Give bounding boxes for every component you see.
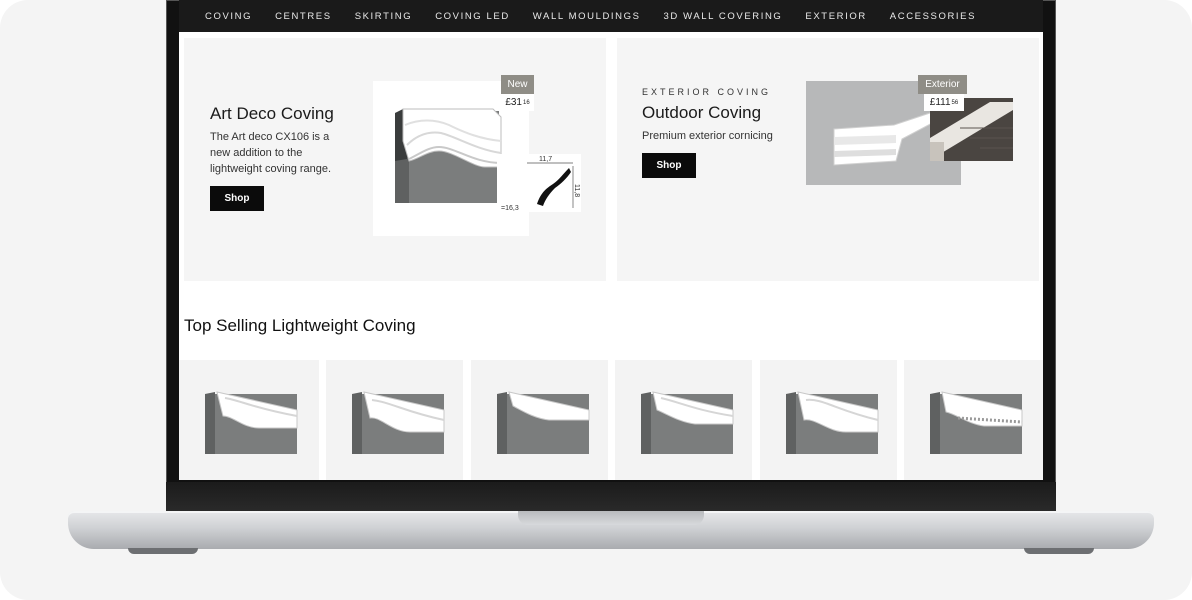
promo-art-deco: Art Deco Coving The Art deco CX106 is a …: [184, 38, 606, 281]
exterior-badge: Exterior: [918, 75, 967, 94]
coving-product-icon: [641, 391, 734, 454]
nav-item-wall-mouldings[interactable]: WALL MOULDINGS: [533, 11, 641, 22]
product-card[interactable]: [615, 360, 752, 480]
price-tag: £31 16: [501, 94, 534, 111]
device-mockup: COVING CENTRES SKIRTING COVING LED WALL …: [0, 0, 1192, 600]
shop-button[interactable]: Shop: [210, 186, 264, 211]
product-card[interactable]: [471, 360, 608, 480]
profile-section-icon: 11,7 11,8 =16,3: [501, 156, 580, 212]
nav-item-centres[interactable]: CENTRES: [275, 11, 332, 22]
coving-product-icon: [930, 391, 1023, 454]
product-card[interactable]: [179, 360, 319, 480]
nav-item-coving-led[interactable]: COVING LED: [435, 11, 510, 22]
promo-description: Premium exterior cornicing: [642, 130, 773, 142]
price-pounds: £111: [929, 97, 951, 108]
nav-item-accessories[interactable]: ACCESSORIES: [890, 11, 976, 22]
price-pence: 16: [523, 99, 530, 106]
nav-item-exterior[interactable]: EXTERIOR: [805, 11, 866, 22]
promo-title: Outdoor Coving: [642, 103, 762, 122]
price-pounds: £31: [505, 97, 522, 108]
nav-item-coving[interactable]: COVING: [205, 11, 252, 22]
laptop-foot-right: [1024, 548, 1094, 554]
main-navigation: COVING CENTRES SKIRTING COVING LED WALL …: [179, 0, 1043, 32]
dim-angle: =16,3: [501, 205, 519, 212]
dim-height: 11,8: [573, 184, 580, 197]
promo-eyebrow: EXTERIOR COVING: [642, 87, 772, 97]
price-tag: £111 56: [924, 94, 964, 111]
product-card[interactable]: [326, 360, 463, 480]
price-pence: 56: [951, 99, 959, 106]
profile-diagram: 11,7 11,8 =16,3: [497, 154, 581, 212]
section-title: Top Selling Lightweight Coving: [184, 316, 416, 335]
coving-product-icon: [497, 391, 590, 454]
laptop-chin: [166, 482, 1056, 512]
promo-description: The Art deco CX106 is a new addition to …: [210, 131, 332, 175]
laptop-notch: [518, 511, 704, 525]
product-card[interactable]: [760, 360, 897, 480]
promo-outdoor-coving: EXTERIOR COVING Outdoor Coving Premium e…: [617, 38, 1039, 281]
laptop-foot-left: [128, 548, 198, 554]
nav-item-3d-wall-covering[interactable]: 3D WALL COVERING: [664, 11, 783, 22]
dim-width: 11,7: [539, 156, 552, 163]
shop-button[interactable]: Shop: [642, 153, 696, 178]
promo-title: Art Deco Coving: [210, 104, 334, 123]
coving-product-icon: [205, 391, 298, 454]
new-badge: New: [501, 75, 534, 94]
coving-product-icon: [786, 391, 879, 454]
nav-item-skirting[interactable]: SKIRTING: [355, 11, 413, 22]
coving-product-icon: [352, 391, 445, 454]
product-card[interactable]: [904, 360, 1043, 480]
browser-viewport: COVING CENTRES SKIRTING COVING LED WALL …: [179, 0, 1043, 480]
